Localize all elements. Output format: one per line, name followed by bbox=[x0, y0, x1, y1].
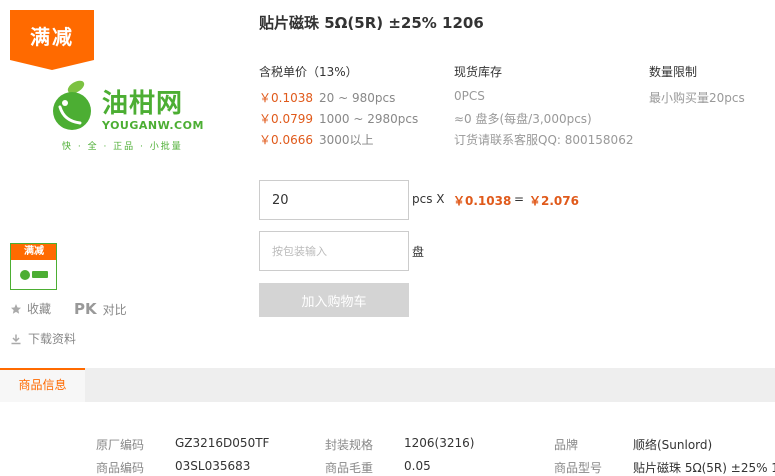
spec-key: 封装规格 bbox=[325, 438, 374, 452]
package-unit: 盘 bbox=[412, 245, 425, 259]
tab-product-info[interactable]: 商品信息 bbox=[0, 368, 85, 402]
tier-range: 20 ~ 980pcs bbox=[319, 91, 396, 105]
spec-value: 0.05 bbox=[404, 459, 431, 473]
quantity-input[interactable] bbox=[259, 180, 409, 220]
logo-en-text: YOUGANW.COM bbox=[102, 119, 204, 132]
order-unit-price: ￥0.1038 bbox=[453, 194, 512, 208]
star-icon bbox=[11, 303, 21, 314]
spec-key: 商品毛重 bbox=[325, 461, 374, 475]
logo-slogan: 快 · 全 · 正品 · 小批量 bbox=[62, 142, 183, 152]
tier-range: 1000 ~ 2980pcs bbox=[319, 112, 419, 126]
stock-contact: 订货请联系客服QQ: 800158062 bbox=[454, 133, 634, 147]
spec-value: GZ3216D050TF bbox=[175, 436, 270, 450]
brand-logo: 油柑网 YOUGANW.COM 快 · 全 · 正品 · 小批量 bbox=[50, 75, 203, 155]
download-datasheet-button[interactable]: 下载资料 bbox=[10, 330, 76, 347]
tier-price: ￥0.1038 bbox=[259, 91, 313, 105]
favorite-label: 收藏 bbox=[27, 302, 52, 316]
spec-key: 原厂编码 bbox=[96, 438, 145, 452]
quantity-unit: pcs X bbox=[412, 192, 445, 206]
price-tier: ￥0.0666 3000以上 bbox=[259, 131, 374, 148]
favorite-button[interactable]: 收藏 bbox=[10, 300, 51, 317]
price-tier: ￥0.1038 20 ~ 980pcs bbox=[259, 89, 395, 106]
spec-value: 顺络(Sunlord) bbox=[633, 438, 713, 452]
compare-button[interactable]: PK 对比 bbox=[74, 300, 127, 318]
stock-qty: 0PCS bbox=[454, 89, 485, 103]
stock-column-header: 现货库存 bbox=[454, 65, 503, 79]
price-tier: ￥0.0799 1000 ~ 2980pcs bbox=[259, 110, 418, 127]
tier-range: 3000以上 bbox=[319, 133, 374, 147]
spec-value: 贴片磁珠 5Ω(5R) ±25% 1 bbox=[633, 461, 775, 475]
tier-price: ￥0.0666 bbox=[259, 133, 313, 147]
package-input[interactable] bbox=[259, 231, 409, 271]
limit-column-header: 数量限制 bbox=[649, 65, 698, 79]
promo-tag-label: 满减 bbox=[30, 24, 74, 49]
spec-key: 商品型号 bbox=[554, 461, 603, 475]
download-label: 下载资料 bbox=[28, 332, 77, 346]
grapefruit-icon bbox=[53, 80, 91, 130]
price-column-header: 含税单价（13%） bbox=[259, 65, 358, 79]
thumb-logo-icon bbox=[20, 270, 48, 280]
thumb-promo-tag: 满减 bbox=[11, 244, 56, 260]
pk-icon: PK bbox=[74, 300, 97, 318]
min-order-qty: 最小购买量20pcs bbox=[649, 91, 745, 105]
download-icon bbox=[11, 334, 21, 344]
spec-value: 03SL035683 bbox=[175, 459, 251, 473]
promo-tag: 满减 bbox=[10, 10, 94, 70]
equals-sign: = bbox=[514, 192, 525, 206]
tier-price: ￥0.0799 bbox=[259, 112, 313, 126]
stock-reels: ≈0 盘多(每盘/3,000pcs) bbox=[454, 112, 592, 126]
tab-bar: 商品信息 bbox=[0, 368, 775, 402]
spec-key: 商品编码 bbox=[96, 461, 145, 475]
logo-cn-text: 油柑网 bbox=[102, 89, 184, 119]
spec-key: 品牌 bbox=[554, 438, 579, 452]
product-title: 贴片磁珠 5Ω(5R) ±25% 1206 bbox=[259, 14, 484, 32]
order-total: ￥2.076 bbox=[529, 194, 579, 208]
product-thumbnail[interactable]: 满减 bbox=[10, 243, 57, 290]
add-to-cart-button[interactable]: 加入购物车 bbox=[259, 283, 409, 317]
compare-label: 对比 bbox=[102, 302, 127, 317]
spec-value: 1206(3216) bbox=[404, 436, 475, 450]
